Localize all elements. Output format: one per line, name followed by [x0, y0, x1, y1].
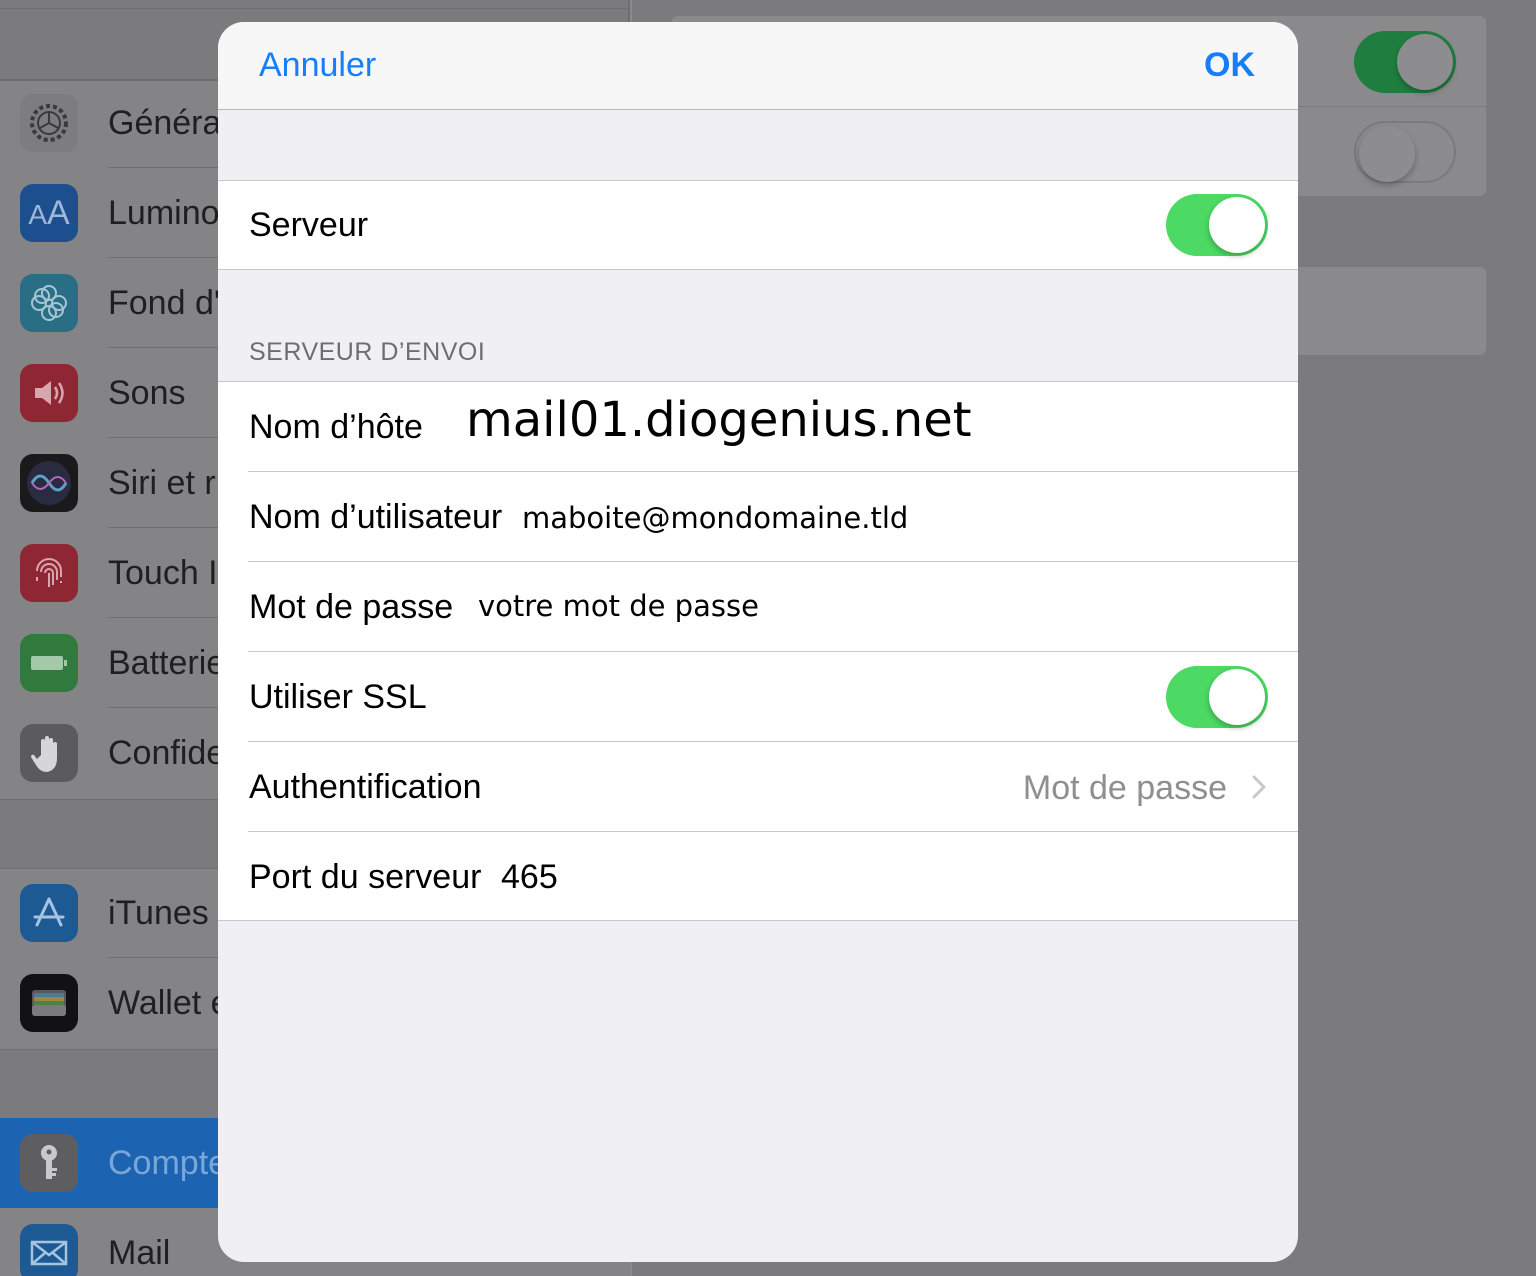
- chevron-right-icon: [1252, 775, 1266, 799]
- sidebar-item-label: Wallet e: [108, 984, 230, 1022]
- sidebar-item-label: Touch I: [108, 554, 218, 592]
- password-row: Mot de passe votre mot de passe: [218, 562, 1298, 652]
- server-enable-group: Serveur: [218, 180, 1298, 270]
- port-field[interactable]: 465: [501, 858, 558, 897]
- authentication-row[interactable]: Authentification Mot de passe: [218, 742, 1298, 832]
- cancel-button[interactable]: Annuler: [259, 46, 376, 85]
- ssl-toggle[interactable]: [1166, 666, 1268, 728]
- sidebar-item-label: Lumino: [108, 194, 220, 232]
- username-label: Nom d’utilisateur: [249, 498, 503, 536]
- background-toggle-on[interactable]: [1354, 31, 1456, 93]
- hostname-row: Nom d’hôte mail01.diogenius.net: [218, 382, 1298, 472]
- app-store-icon: [20, 884, 78, 942]
- outgoing-server-group: Nom d’hôte mail01.diogenius.net Nom d’ut…: [218, 381, 1298, 921]
- wallet-icon: [20, 974, 78, 1032]
- hostname-label: Nom d’hôte: [249, 408, 423, 446]
- key-icon: [20, 1134, 78, 1192]
- sidebar-item-label: Sons: [108, 374, 186, 412]
- hostname-field[interactable]: mail01.diogenius.net: [466, 392, 972, 448]
- siri-icon: [20, 454, 78, 512]
- ssl-row: Utiliser SSL: [218, 652, 1298, 742]
- username-field[interactable]: maboite@mondomaine.tld: [522, 501, 908, 535]
- sidebar-item-label: Confide: [108, 734, 226, 772]
- port-label: Port du serveur: [249, 858, 482, 896]
- detail-card: [1298, 267, 1486, 355]
- server-toggle[interactable]: [1166, 194, 1268, 256]
- section-header-outgoing-server: SERVEUR D’ENVOI: [249, 338, 486, 366]
- sheet-nav-bar: Annuler OK: [218, 22, 1298, 110]
- password-field[interactable]: votre mot de passe: [478, 589, 759, 623]
- mail-envelope-icon: [20, 1224, 78, 1276]
- password-label: Mot de passe: [249, 588, 454, 626]
- ok-button[interactable]: OK: [1204, 46, 1255, 85]
- authentication-value: Mot de passe: [1022, 769, 1227, 807]
- speaker-icon: [20, 364, 78, 422]
- sidebar-item-label: Généra: [108, 104, 222, 142]
- sidebar-item-label: Siri et r: [108, 464, 216, 502]
- sidebar-item-label: Compte: [108, 1144, 228, 1182]
- background-toggle-off[interactable]: [1354, 121, 1456, 183]
- server-label: Serveur: [249, 206, 369, 244]
- text-size-icon: AA: [20, 184, 78, 242]
- sidebar-item-label: Fond d': [108, 284, 221, 322]
- ssl-label: Utiliser SSL: [249, 678, 427, 716]
- fingerprint-icon: [20, 544, 78, 602]
- hand-icon: [20, 724, 78, 782]
- server-row: Serveur: [218, 181, 1298, 271]
- wallpaper-flower-icon: [20, 274, 78, 332]
- sidebar-item-label: iTunes: [108, 894, 209, 932]
- username-row: Nom d’utilisateur maboite@mondomaine.tld: [218, 472, 1298, 562]
- sidebar-item-label: Batterie: [108, 644, 226, 682]
- port-row: Port du serveur 465: [218, 832, 1298, 922]
- sidebar-item-label: Mail: [108, 1234, 171, 1272]
- authentication-label: Authentification: [249, 768, 482, 806]
- outgoing-server-sheet: Annuler OK Serveur SERVEUR D’ENVOI Nom d…: [218, 22, 1298, 1262]
- gear-icon: [20, 94, 78, 152]
- battery-icon: [20, 634, 78, 692]
